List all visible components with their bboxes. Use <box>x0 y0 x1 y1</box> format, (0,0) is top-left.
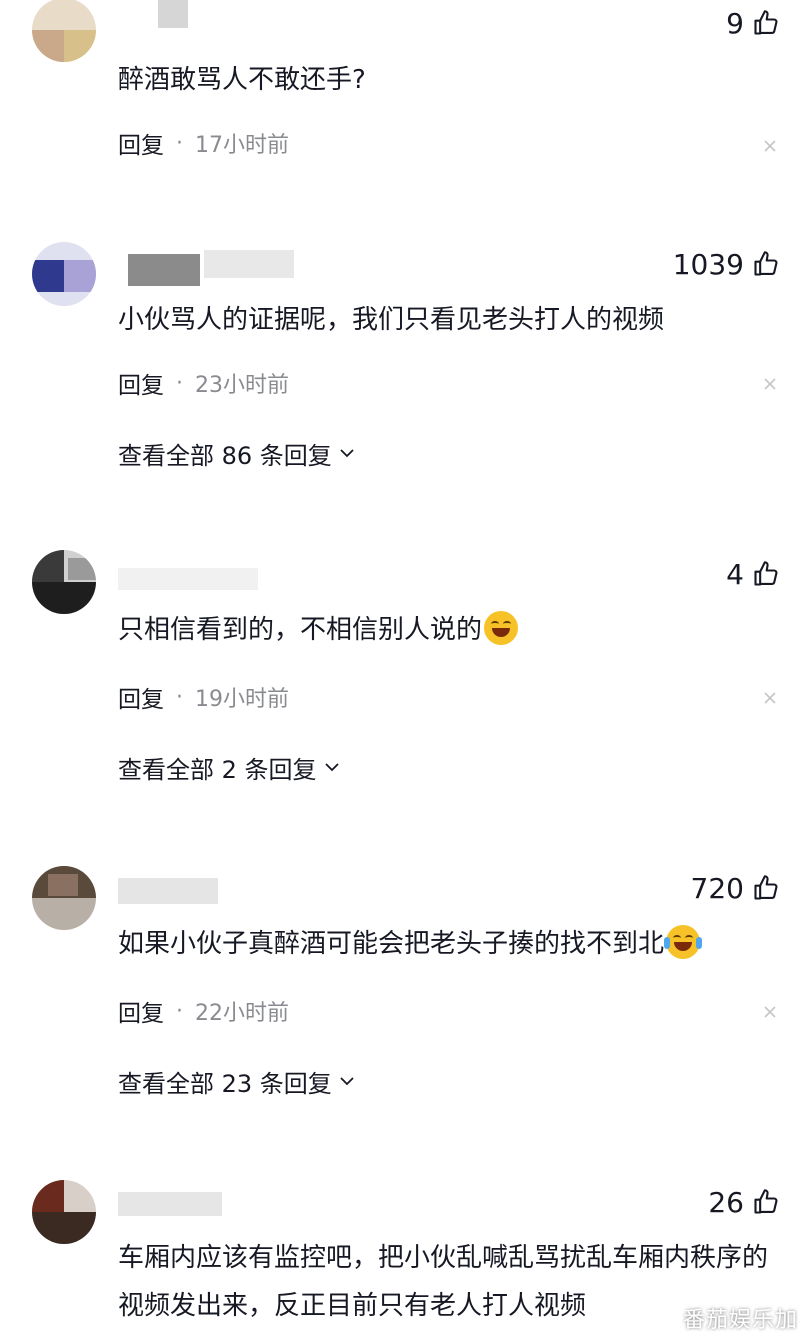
view-all-replies-button[interactable]: 查看全部 2 条回复 <box>118 750 341 785</box>
avatar[interactable] <box>32 0 96 62</box>
view-all-replies-button[interactable]: 查看全部 86 条回复 <box>118 436 356 471</box>
thumbs-up-icon[interactable] <box>752 9 780 37</box>
timestamp: 22小时前 <box>195 1001 289 1026</box>
like-count[interactable]: 1039 <box>673 246 780 282</box>
like-count-value: 720 <box>690 871 744 905</box>
timestamp: 23小时前 <box>195 373 289 398</box>
reply-button[interactable]: 回复 <box>118 680 164 714</box>
comment-text-content: 如果小伙子真醉酒可能会把老头子揍的找不到北 <box>118 929 665 959</box>
username[interactable] <box>118 1186 238 1216</box>
comment-text: 醉酒敢骂人不敢还手? <box>118 65 366 95</box>
separator: · <box>176 998 183 1024</box>
like-count-value: 4 <box>726 557 744 591</box>
separator: · <box>176 684 183 710</box>
thumbs-up-icon[interactable] <box>752 250 780 278</box>
separator: · <box>176 130 183 156</box>
close-icon[interactable] <box>762 376 778 392</box>
timestamp: 17小时前 <box>195 133 289 158</box>
chevron-down-icon <box>323 754 341 782</box>
close-icon[interactable] <box>762 1004 778 1020</box>
avatar[interactable] <box>32 1180 96 1244</box>
like-count[interactable]: 26 <box>708 1184 780 1220</box>
watermark: 番茄娱乐加 <box>682 1308 798 1333</box>
thumbs-up-icon[interactable] <box>752 1188 780 1216</box>
comment-text: 只相信看到的，不相信别人说的 <box>118 606 778 654</box>
username[interactable] <box>118 562 278 592</box>
like-count-value: 9 <box>726 6 744 40</box>
laughing-crying-emoji-icon <box>664 924 703 959</box>
view-all-replies-button[interactable]: 查看全部 23 条回复 <box>118 1064 356 1099</box>
avatar[interactable] <box>32 866 96 930</box>
separator: · <box>176 370 183 396</box>
like-count-value: 26 <box>708 1185 744 1219</box>
comment-meta: 回复 · 19小时前 <box>118 680 289 714</box>
comment-text: 小伙骂人的证据呢，我们只看见老头打人的视频 <box>118 305 665 335</box>
avatar[interactable] <box>32 550 96 614</box>
thumbs-up-icon[interactable] <box>752 560 780 588</box>
chevron-down-icon <box>338 440 356 468</box>
view-all-replies-label: 查看全部 23 条回复 <box>118 1070 332 1098</box>
grinning-emoji-icon <box>484 610 519 645</box>
avatar[interactable] <box>32 242 96 306</box>
comment-meta: 回复 · 22小时前 <box>118 994 289 1028</box>
comment-text: 车厢内应该有监控吧，把小伙乱喊乱骂扰乱车厢内秩序的视频发出来，反正目前只有老人打… <box>118 1243 769 1321</box>
view-all-replies-label: 查看全部 2 条回复 <box>118 756 317 784</box>
like-count[interactable]: 4 <box>726 556 780 592</box>
like-count[interactable]: 9 <box>726 5 780 41</box>
comment-text: 如果小伙子真醉酒可能会把老头子揍的找不到北 <box>118 920 778 968</box>
view-all-replies-label: 查看全部 86 条回复 <box>118 442 332 470</box>
username[interactable] <box>118 0 238 30</box>
chevron-down-icon <box>338 1068 356 1096</box>
username[interactable] <box>118 874 238 904</box>
close-icon[interactable] <box>762 138 778 154</box>
comment-text-content: 只相信看到的，不相信别人说的 <box>118 615 483 645</box>
comment-meta: 回复 · 23小时前 <box>118 366 289 400</box>
reply-button[interactable]: 回复 <box>118 126 164 160</box>
comment-meta: 回复 · 17小时前 <box>118 126 289 160</box>
like-count-value: 1039 <box>672 247 744 281</box>
close-icon[interactable] <box>762 690 778 706</box>
thumbs-up-icon[interactable] <box>752 874 780 902</box>
reply-button[interactable]: 回复 <box>118 994 164 1028</box>
username[interactable] <box>118 248 298 286</box>
timestamp: 19小时前 <box>195 687 289 712</box>
reply-button[interactable]: 回复 <box>118 366 164 400</box>
like-count[interactable]: 720 <box>691 870 780 906</box>
